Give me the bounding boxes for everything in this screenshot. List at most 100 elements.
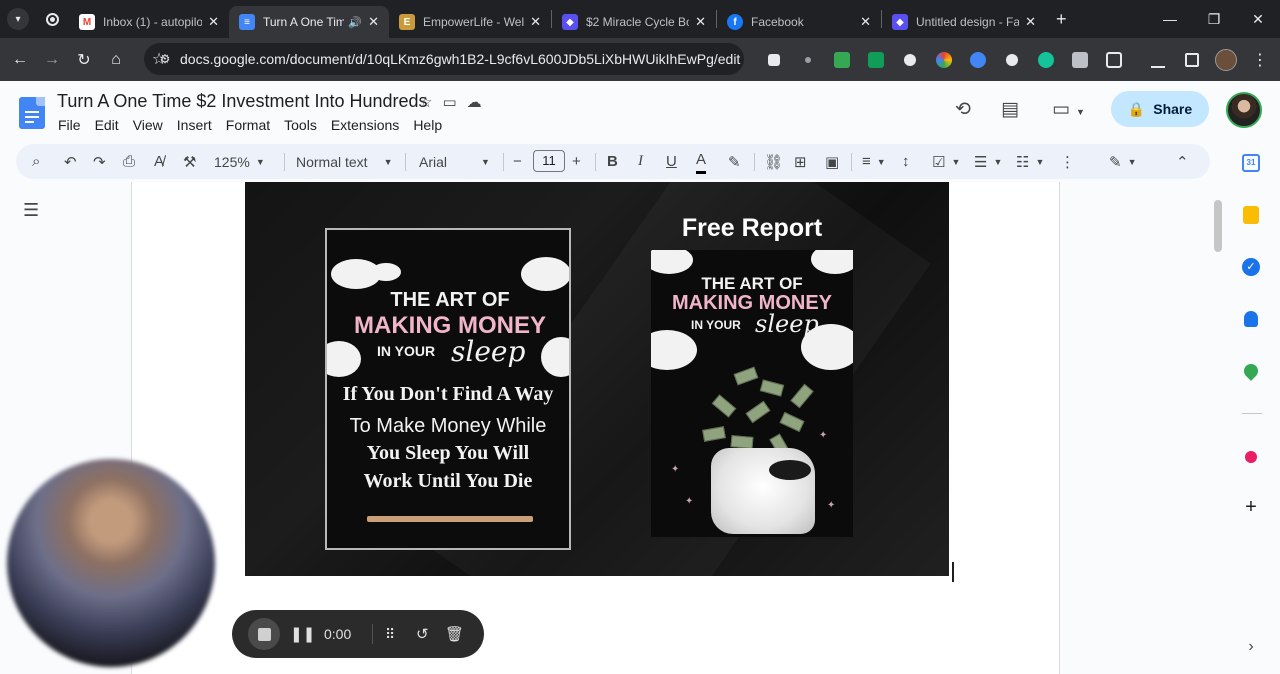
reload-icon[interactable]: ↻ bbox=[68, 50, 100, 70]
checklist-icon[interactable]: ☑ ▼ bbox=[932, 144, 960, 179]
tab-untitled-design[interactable]: ◆ Untitled design - Fa ✕ bbox=[882, 6, 1046, 38]
tab-docs[interactable]: ≡ Turn A One Time 🔊 ✕ bbox=[229, 6, 389, 38]
drag-handle-icon[interactable]: ⠿ bbox=[385, 610, 395, 658]
tasks-icon[interactable]: ✓ bbox=[1241, 257, 1261, 277]
search-menus-icon[interactable]: ⌕ bbox=[32, 144, 40, 179]
link-icon[interactable]: ⛓ bbox=[764, 144, 783, 179]
pause-icon[interactable]: ❚❚ bbox=[290, 610, 315, 658]
minimize-icon[interactable]: — bbox=[1148, 11, 1192, 27]
chrome-menu-icon[interactable]: ⋮ bbox=[1243, 50, 1277, 70]
menu-insert[interactable]: Insert bbox=[177, 116, 212, 134]
tab-facebook[interactable]: f Facebook ✕ bbox=[717, 6, 881, 38]
extensions-puzzle-icon[interactable] bbox=[1097, 50, 1131, 70]
recording-indicator-icon[interactable] bbox=[39, 6, 65, 32]
keep-icon[interactable] bbox=[1241, 205, 1261, 225]
extension-gear-icon[interactable] bbox=[961, 50, 995, 70]
inserted-image[interactable]: THE ART OF MAKING MONEY IN YOUR sleep If… bbox=[245, 182, 949, 576]
insert-image-icon[interactable]: ▣ bbox=[825, 144, 839, 179]
tab-miracle-cycle[interactable]: ◆ $2 Miracle Cycle Bo ✕ bbox=[552, 6, 716, 38]
new-tab-button[interactable]: + bbox=[1056, 9, 1067, 30]
text-color-icon[interactable]: A bbox=[696, 148, 707, 174]
numbered-list-icon[interactable]: ☷ ▼ bbox=[1016, 144, 1044, 179]
contacts-icon[interactable] bbox=[1241, 309, 1261, 329]
account-avatar[interactable] bbox=[1226, 92, 1262, 128]
close-tab-icon[interactable]: ✕ bbox=[208, 14, 219, 30]
calendar-icon[interactable]: 31 bbox=[1241, 153, 1261, 173]
extension-box-icon[interactable] bbox=[1063, 50, 1097, 70]
webcam-bubble[interactable] bbox=[7, 459, 215, 667]
align-icon[interactable]: ≡ ▼ bbox=[862, 144, 886, 179]
maps-icon[interactable] bbox=[1241, 361, 1261, 381]
menu-format[interactable]: Format bbox=[226, 116, 270, 134]
tab-empowerlife[interactable]: E EmpowerLife - Welc ✕ bbox=[389, 6, 551, 38]
close-tab-icon[interactable]: ✕ bbox=[1025, 14, 1036, 30]
download-icon[interactable] bbox=[1141, 50, 1175, 70]
bulleted-list-icon[interactable]: ☰ ▼ bbox=[974, 144, 1002, 179]
bold-icon[interactable]: B bbox=[607, 144, 618, 179]
add-comment-icon[interactable]: ⊞ bbox=[794, 144, 807, 179]
editing-mode-icon[interactable]: ✎ ▼ bbox=[1109, 144, 1137, 179]
redo-icon[interactable]: ↷ bbox=[93, 144, 106, 179]
menu-file[interactable]: File bbox=[58, 116, 81, 134]
addon-pin-icon[interactable] bbox=[1241, 447, 1261, 467]
document-outline-icon[interactable]: ☰ bbox=[23, 200, 39, 221]
back-icon[interactable]: ← bbox=[4, 51, 36, 69]
menu-tools[interactable]: Tools bbox=[284, 116, 317, 134]
close-tab-icon[interactable]: ✕ bbox=[530, 14, 541, 30]
italic-icon[interactable]: I bbox=[638, 144, 643, 179]
extension-brush-icon[interactable] bbox=[893, 50, 927, 70]
decrease-font-icon[interactable]: − bbox=[513, 144, 522, 179]
profile-avatar[interactable] bbox=[1209, 48, 1243, 71]
extension-dot-icon[interactable] bbox=[791, 50, 825, 70]
menu-help[interactable]: Help bbox=[413, 116, 442, 134]
collapse-menus-icon[interactable]: ⌃ bbox=[1176, 144, 1189, 179]
extension-layers-icon[interactable] bbox=[757, 50, 791, 70]
font-size-input[interactable]: 11 bbox=[533, 150, 565, 172]
document-title[interactable]: Turn A One Time $2 Investment Into Hundr… bbox=[57, 91, 428, 112]
increase-font-icon[interactable]: + bbox=[572, 144, 581, 179]
version-history-icon[interactable]: ⟲ bbox=[955, 98, 971, 121]
stop-recording-button[interactable] bbox=[248, 610, 280, 658]
forward-icon[interactable]: → bbox=[36, 51, 68, 69]
extension-paw-icon[interactable] bbox=[995, 50, 1029, 70]
menu-edit[interactable]: Edit bbox=[95, 116, 119, 134]
close-tab-icon[interactable]: ✕ bbox=[368, 14, 379, 30]
restore-icon[interactable]: ❐ bbox=[1192, 11, 1236, 28]
underline-icon[interactable]: U bbox=[666, 144, 677, 179]
tab-gmail[interactable]: M Inbox (1) - autopilot ✕ bbox=[69, 6, 229, 38]
style-select[interactable]: Normal text ▼ bbox=[296, 144, 393, 179]
vertical-scrollbar[interactable] bbox=[1214, 200, 1222, 252]
highlight-icon[interactable]: ✎ bbox=[728, 144, 741, 179]
tab-search-button[interactable]: ▾ bbox=[7, 8, 29, 30]
menu-extensions[interactable]: Extensions bbox=[331, 116, 399, 134]
menu-view[interactable]: View bbox=[133, 116, 163, 134]
docs-logo-icon[interactable] bbox=[19, 97, 45, 129]
extension-colorful-icon[interactable] bbox=[927, 50, 961, 70]
move-folder-icon[interactable]: ▭ bbox=[442, 93, 456, 111]
meet-icon[interactable]: ▭ ▼ bbox=[1052, 98, 1085, 121]
more-options-icon[interactable]: ⋮ bbox=[1060, 144, 1075, 179]
font-select[interactable]: Arial ▼ bbox=[419, 144, 490, 179]
delete-icon[interactable]: 🗑 bbox=[445, 610, 464, 658]
cloud-status-icon[interactable]: ☁ bbox=[467, 93, 482, 111]
comments-icon[interactable]: ▤ bbox=[1001, 98, 1019, 121]
bookmark-star-icon[interactable]: ☆ bbox=[144, 49, 174, 69]
grammarly-icon[interactable] bbox=[1029, 50, 1063, 70]
star-icon[interactable]: ☆ bbox=[419, 93, 432, 111]
close-tab-icon[interactable]: ✕ bbox=[860, 14, 871, 30]
close-window-icon[interactable]: ✕ bbox=[1236, 11, 1280, 28]
extension-sheets-icon[interactable] bbox=[859, 50, 893, 70]
spellcheck-icon[interactable]: A̸ bbox=[154, 144, 164, 179]
url-text[interactable]: docs.google.com/document/d/10qLKmz6gwh1B… bbox=[180, 51, 744, 67]
side-panel-icon[interactable] bbox=[1175, 50, 1209, 70]
speaker-icon[interactable]: 🔊 bbox=[348, 16, 362, 29]
home-icon[interactable]: ⌂ bbox=[100, 51, 132, 69]
show-side-panel-icon[interactable]: › bbox=[1241, 637, 1261, 657]
get-addons-icon[interactable]: + bbox=[1241, 496, 1261, 518]
zoom-select[interactable]: 125% ▼ bbox=[214, 144, 265, 179]
extension-mail-icon[interactable] bbox=[825, 50, 859, 70]
line-spacing-icon[interactable]: ↕ bbox=[902, 144, 910, 179]
undo-icon[interactable]: ↶ bbox=[64, 144, 77, 179]
restart-icon[interactable]: ↺ bbox=[416, 610, 429, 658]
paint-format-icon[interactable]: ⚒ bbox=[183, 144, 196, 179]
